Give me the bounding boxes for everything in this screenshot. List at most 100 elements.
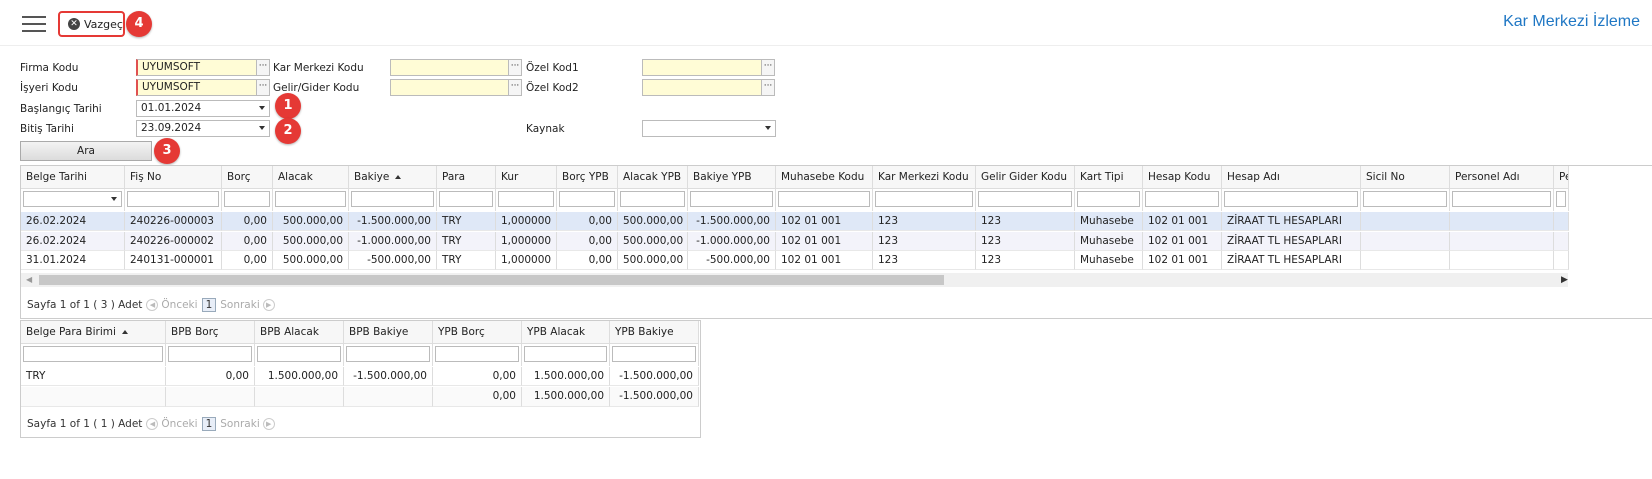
- ozel-kod1-lookup-button[interactable]: ···: [761, 59, 775, 76]
- column-filter-cell: [21, 344, 166, 366]
- column-filter-input[interactable]: [224, 191, 270, 207]
- kar-merkezi-lookup-button[interactable]: ···: [508, 59, 522, 76]
- column-filter-input[interactable]: [257, 346, 341, 362]
- column-filter-input[interactable]: [1224, 191, 1358, 207]
- column-filter-input[interactable]: [524, 346, 607, 362]
- page-number[interactable]: 1: [201, 417, 217, 431]
- column-filter-cell: [437, 189, 496, 211]
- column-header[interactable]: Muhasebe Kodu: [776, 166, 873, 189]
- column-filter-input[interactable]: [690, 191, 773, 207]
- column-filter-input[interactable]: [23, 191, 122, 207]
- column-header[interactable]: Pe: [1554, 166, 1569, 189]
- table-cell: 500.000,00: [273, 231, 349, 251]
- column-header[interactable]: Hesap Adı: [1222, 166, 1361, 189]
- table-cell: [1554, 212, 1569, 231]
- column-header[interactable]: Belge Para Birimi: [21, 321, 166, 344]
- kaynak-select[interactable]: [642, 120, 776, 137]
- sort-ascending-icon[interactable]: [121, 330, 128, 334]
- column-header[interactable]: Sicil No: [1361, 166, 1450, 189]
- ozel-kod2-lookup-button[interactable]: ···: [761, 79, 775, 96]
- column-filter-input[interactable]: [612, 346, 696, 362]
- page-number[interactable]: 1: [201, 298, 217, 312]
- gelir-gider-lookup-button[interactable]: ···: [508, 79, 522, 96]
- column-filter-input[interactable]: [275, 191, 346, 207]
- prev-page-button[interactable]: ◀ Önceki: [146, 418, 198, 430]
- column-filter-input[interactable]: [127, 191, 219, 207]
- chevron-down-icon[interactable]: [765, 126, 771, 130]
- kar-merkezi-kodu-field[interactable]: [390, 59, 509, 76]
- column-filter-input[interactable]: [1077, 191, 1140, 207]
- cancel-button[interactable]: ✕ Vazgeç: [58, 11, 125, 37]
- column-header[interactable]: YPB Alacak: [522, 321, 610, 344]
- table-cell: 0,00: [166, 367, 255, 386]
- baslangic-tarihi-value: 01.01.2024: [141, 102, 202, 114]
- column-filter-input[interactable]: [439, 191, 493, 207]
- column-filter-input[interactable]: [978, 191, 1072, 207]
- baslangic-tarihi-field[interactable]: 01.01.2024: [136, 100, 270, 117]
- column-filter-input[interactable]: [168, 346, 252, 362]
- table-row[interactable]: 31.01.2024 240131-000001 0,00 500.000,00 -50…: [21, 251, 1569, 270]
- sort-ascending-icon[interactable]: [395, 175, 402, 179]
- column-header[interactable]: Kur: [496, 166, 557, 189]
- scroll-right-icon[interactable]: ▶: [1561, 275, 1568, 285]
- column-filter-input[interactable]: [23, 346, 163, 362]
- column-header[interactable]: Alacak YPB: [618, 166, 688, 189]
- table-cell: [1361, 251, 1450, 270]
- column-header[interactable]: Hesap Kodu: [1143, 166, 1222, 189]
- column-header[interactable]: Fiş No: [125, 166, 222, 189]
- next-page-button[interactable]: Sonraki ▶: [220, 299, 275, 311]
- firma-kodu-lookup-button[interactable]: ···: [256, 59, 270, 76]
- column-filter-input[interactable]: [875, 191, 973, 207]
- column-filter-input[interactable]: [1145, 191, 1219, 207]
- column-header[interactable]: YPB Bakiye: [610, 321, 699, 344]
- column-filter-input[interactable]: [351, 191, 434, 207]
- bitis-tarihi-field[interactable]: 23.09.2024: [136, 120, 270, 137]
- column-header[interactable]: BPB Borç: [166, 321, 255, 344]
- column-header[interactable]: Alacak: [273, 166, 349, 189]
- chevron-down-icon[interactable]: [111, 197, 117, 201]
- scrollbar-thumb[interactable]: [39, 275, 944, 285]
- column-filter-input[interactable]: [778, 191, 870, 207]
- column-header[interactable]: Gelir Gider Kodu: [976, 166, 1075, 189]
- table-row[interactable]: 26.02.2024 240226-000002 0,00 500.000,00 -1.…: [21, 231, 1569, 251]
- column-header[interactable]: Borç: [222, 166, 273, 189]
- column-header[interactable]: Borç YPB: [557, 166, 618, 189]
- column-filter-input[interactable]: [620, 191, 685, 207]
- chevron-down-icon[interactable]: [259, 106, 265, 110]
- column-filter-cell: [976, 189, 1075, 211]
- table-row[interactable]: TRY 0,00 1.500.000,00 -1.500.000,00 0,00 1.50…: [21, 367, 699, 386]
- column-filter-input[interactable]: [559, 191, 615, 207]
- ozel-kod1-field[interactable]: [642, 59, 762, 76]
- column-filter-input[interactable]: [435, 346, 519, 362]
- column-header-label: Kur: [501, 171, 519, 183]
- column-header[interactable]: Bakiye: [349, 166, 437, 189]
- scroll-left-icon[interactable]: ◀: [26, 275, 32, 284]
- column-header[interactable]: Belge Tarihi: [21, 166, 125, 189]
- horizontal-scrollbar[interactable]: ◀: [21, 273, 1568, 287]
- search-button[interactable]: Ara: [20, 141, 152, 161]
- column-header[interactable]: YPB Borç: [433, 321, 522, 344]
- column-filter-input[interactable]: [498, 191, 554, 207]
- column-filter-input[interactable]: [1556, 191, 1566, 207]
- next-page-button[interactable]: Sonraki ▶: [220, 418, 275, 430]
- column-header[interactable]: Personel Adı: [1450, 166, 1554, 189]
- gelir-gider-kodu-field[interactable]: [390, 79, 509, 96]
- column-header[interactable]: Para: [437, 166, 496, 189]
- column-filter-input[interactable]: [1363, 191, 1447, 207]
- total-cell: -1.500.000,00: [610, 387, 699, 407]
- column-header[interactable]: Kart Tipi: [1075, 166, 1143, 189]
- isyeri-kodu-field[interactable]: UYUMSOFT: [136, 79, 257, 96]
- column-filter-input[interactable]: [1452, 191, 1551, 207]
- column-filter-input[interactable]: [346, 346, 430, 362]
- prev-page-button[interactable]: ◀ Önceki: [146, 299, 198, 311]
- table-row[interactable]: 26.02.2024 240226-000003 0,00 500.000,00 -1.…: [21, 212, 1569, 231]
- ozel-kod2-field[interactable]: [642, 79, 762, 96]
- column-header[interactable]: BPB Alacak: [255, 321, 344, 344]
- firma-kodu-field[interactable]: UYUMSOFT: [136, 59, 257, 76]
- chevron-down-icon[interactable]: [259, 126, 265, 130]
- menu-icon[interactable]: [22, 16, 46, 32]
- column-header[interactable]: Kar Merkezi Kodu: [873, 166, 976, 189]
- isyeri-kodu-lookup-button[interactable]: ···: [256, 79, 270, 96]
- column-header[interactable]: Bakiye YPB: [688, 166, 776, 189]
- column-header[interactable]: BPB Bakiye: [344, 321, 433, 344]
